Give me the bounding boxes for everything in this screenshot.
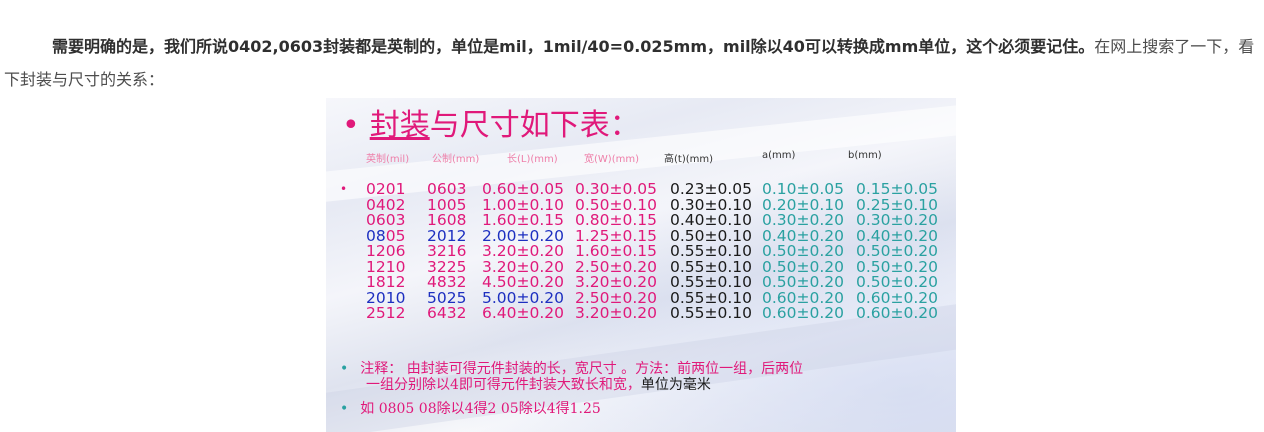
intro-paragraph: 需要明确的是，我们所说0402,0603封装都是英制的，单位是mil，1mil/… xyxy=(4,30,1260,96)
example-text: 如 0805 08除以4得2 05除以4得1.25 xyxy=(360,401,601,417)
note-text-2a: 一组分别除以4即可得元件封装大致长和宽， xyxy=(366,377,641,393)
note-text-1: 注释： 由封装可得元件封装的长，宽尺寸 。方法：前两位一组，后两位 xyxy=(360,361,804,377)
table-cell: 6432 xyxy=(427,304,467,322)
table-header-cell: 英制(mil) xyxy=(366,154,410,165)
note-line-1: • 注释： 由封装可得元件封装的长，宽尺寸 。方法：前两位一组，后两位 xyxy=(340,361,803,377)
note-bullet: • xyxy=(340,361,349,377)
package-size-slide-image: • 封装与尺寸如下表： 英制(mil) 公制(mm) 长(L)(mm) 宽(W)(mm)… xyxy=(326,98,956,432)
example-line: • 如 0805 08除以4得2 05除以4得1.25 xyxy=(340,401,601,417)
table-header-cell: 公制(mm) xyxy=(432,154,480,165)
table-cell: 0.60±0.20 xyxy=(856,304,939,322)
table-cell: 0.60±0.20 xyxy=(762,304,845,322)
row-bullet: • xyxy=(340,182,348,196)
table-header-cell: a(mm) xyxy=(762,150,796,161)
example-bullet: • xyxy=(340,401,349,417)
title-underlined: 封装 xyxy=(369,108,430,143)
table-cell: 3.20±0.20 xyxy=(575,304,658,322)
table-header-cell: 高(t)(mm) xyxy=(664,154,714,165)
intro-bold-text: 需要明确的是，我们所说0402,0603封装都是英制的，单位是mil，1mil/… xyxy=(52,37,1095,56)
title-rest: 与尺寸如下表： xyxy=(429,108,640,143)
table-cell: 0.55±0.10 xyxy=(670,304,753,322)
table-header-cell: b(mm) xyxy=(848,150,882,161)
slide-title: • 封装与尺寸如下表： xyxy=(342,100,640,144)
table-header-cell: 长(L)(mm) xyxy=(507,154,558,165)
table-cell: 6.40±0.20 xyxy=(482,304,565,322)
table-cell: 2512 xyxy=(366,304,406,322)
note-text-2b: 单位为毫米 xyxy=(640,377,711,393)
title-bullet: • xyxy=(342,108,360,143)
table-header-cell: 宽(W)(mm) xyxy=(584,154,639,165)
note-line-2: 一组分别除以4即可得元件封装大致长和宽，单位为毫米 xyxy=(366,377,711,393)
